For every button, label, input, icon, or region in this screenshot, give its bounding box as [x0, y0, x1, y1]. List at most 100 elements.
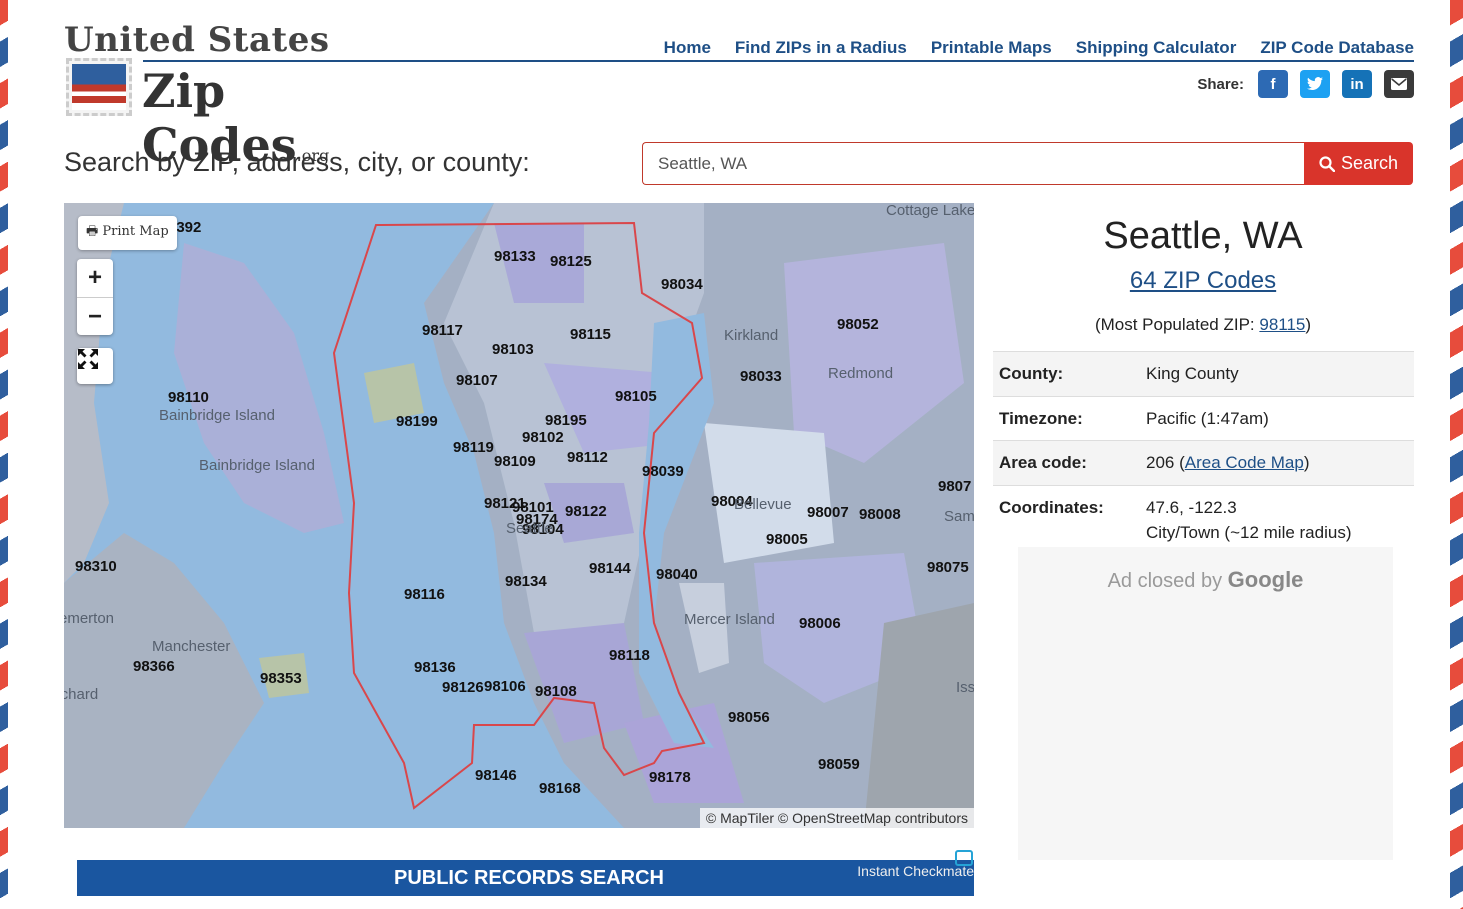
public-records-banner[interactable]: PUBLIC RECORDS SEARCH Instant Checkmate [77, 860, 974, 896]
zip-label[interactable]: 98310 [75, 558, 117, 575]
zip-label[interactable]: 98109 [494, 453, 536, 470]
logo-line1: United States [64, 20, 330, 60]
print-map-label: Print Map [102, 224, 169, 239]
place-label: Orchard [64, 686, 98, 703]
zip-label[interactable]: 98033 [740, 368, 782, 385]
zip-label[interactable]: 98006 [799, 615, 841, 632]
nav-zip-code-database[interactable]: ZIP Code Database [1260, 38, 1414, 58]
zip-label[interactable]: 98110 [168, 389, 209, 406]
fullscreen-button[interactable] [77, 348, 113, 384]
zip-label[interactable]: 98040 [656, 566, 698, 583]
zip-label[interactable]: 98107 [456, 372, 498, 389]
place-label: Sammamish [944, 508, 974, 525]
map-canvas: 98133 98125 98034 98117 98115 98052 9810… [64, 203, 974, 828]
nav-printable-maps[interactable]: Printable Maps [931, 38, 1052, 58]
zip-label[interactable]: 98117 [422, 322, 463, 339]
zoom-out-button[interactable]: − [77, 297, 113, 335]
nav-shipping-calculator[interactable]: Shipping Calculator [1076, 38, 1237, 58]
linkedin-icon[interactable]: in [1342, 70, 1372, 98]
most-populated-zip-link[interactable]: 98115 [1259, 315, 1305, 334]
place-label: Issaquah [956, 679, 974, 696]
place-label: Seattle [506, 520, 553, 537]
map-attribution[interactable]: © MapTiler © OpenStreetMap contributors [699, 808, 974, 828]
zip-label[interactable]: 98052 [837, 316, 879, 333]
place-label: Bellevue [734, 496, 792, 513]
search-input[interactable] [642, 142, 1306, 185]
most-populated-zip: (Most Populated ZIP: 98115) [1094, 315, 1312, 334]
print-map-button[interactable]: 🖶 Print Map [78, 216, 177, 250]
coordinates-value: 47.6, -122.3 City/Town (~12 mile radius) [1140, 484, 1414, 555]
zip-label[interactable]: 98108 [535, 683, 577, 700]
area-code-map-link[interactable]: Area Code Map [1185, 453, 1304, 472]
zip-label[interactable]: 9807 [938, 478, 971, 495]
zip-label[interactable]: 98116 [404, 586, 445, 603]
zoom-control: + − [77, 259, 113, 335]
zip-label[interactable]: 98133 [494, 248, 536, 265]
zip-label[interactable]: 98115 [570, 326, 611, 343]
zip-label[interactable]: 98119 [453, 439, 494, 456]
zip-label[interactable]: 98056 [728, 709, 770, 726]
zip-label[interactable]: 98008 [859, 506, 901, 523]
zip-label[interactable]: 98059 [818, 756, 860, 773]
place-label: Bainbridge Island [199, 457, 315, 474]
coordinates-label: Coordinates: [993, 484, 1140, 555]
place-label: Bremerton [64, 610, 114, 627]
zip-label[interactable]: 98105 [615, 388, 657, 405]
zip-label[interactable]: 98106 [484, 678, 526, 695]
zip-label[interactable]: 98125 [550, 253, 592, 270]
search-button-label: Search [1340, 153, 1399, 173]
zip-label[interactable]: 98144 [589, 560, 631, 577]
zip-label[interactable]: 98168 [539, 780, 581, 797]
nav-home[interactable]: Home [664, 38, 711, 58]
airmail-border-right [1450, 0, 1463, 909]
place-label: Cottage Lake [886, 203, 974, 219]
county-label: County: [993, 351, 1140, 396]
site-logo[interactable]: United States Zip Codes.org [64, 20, 394, 172]
zip-label[interactable]: 98134 [505, 573, 547, 590]
place-label: Kirkland [724, 327, 778, 344]
zip-label[interactable]: 98178 [649, 769, 691, 786]
ad-choices-icon[interactable] [955, 850, 973, 866]
fullscreen-icon [78, 349, 98, 369]
city-title: Seattle, WA [1103, 215, 1303, 257]
zip-label[interactable]: 98112 [567, 449, 608, 466]
zip-label[interactable]: 98122 [565, 503, 607, 520]
email-icon[interactable] [1384, 70, 1414, 98]
nav-find-zips-radius[interactable]: Find ZIPs in a Radius [735, 38, 907, 58]
table-row: Coordinates: 47.6, -122.3 City/Town (~12 … [993, 484, 1414, 555]
zip-label[interactable]: 98353 [260, 670, 302, 687]
place-label: Manchester [152, 638, 230, 655]
zip-label[interactable]: 98118 [609, 647, 650, 664]
zoom-in-button[interactable]: + [77, 259, 113, 297]
zip-label[interactable]: 98039 [642, 463, 684, 480]
airmail-border-left [0, 0, 26, 909]
zip-label[interactable]: 98005 [766, 531, 808, 548]
flag-stamp-icon [66, 58, 132, 116]
zip-count-link[interactable]: 64 ZIP Codes [993, 267, 1413, 295]
zip-label[interactable]: 98103 [492, 341, 534, 358]
zip-label[interactable]: 98199 [396, 413, 438, 430]
zip-label[interactable]: 98136 [414, 659, 456, 676]
table-row: Area code: 206 (Area Code Map) [993, 440, 1414, 485]
area-code-label: Area code: [993, 440, 1140, 485]
share-bar: Share: f in [1197, 70, 1414, 98]
zip-label[interactable]: 98366 [133, 658, 175, 675]
zip-label[interactable]: 98075 [927, 559, 969, 576]
search-icon [1319, 155, 1335, 172]
facebook-icon[interactable]: f [1258, 70, 1288, 98]
zip-label[interactable]: 98126 [442, 679, 484, 696]
timezone-label: Timezone: [993, 395, 1140, 441]
zip-label[interactable]: 98007 [807, 504, 849, 521]
zip-label[interactable]: 98146 [475, 767, 517, 784]
search-button[interactable]: Search [1304, 142, 1413, 185]
search-label: Search by ZIP, address, city, or county: [64, 147, 530, 177]
place-label: Bainbridge Island [159, 407, 275, 424]
zip-map[interactable]: 98133 98125 98034 98117 98115 98052 9810… [64, 203, 974, 828]
area-code-value: 206 (Area Code Map) [1140, 440, 1414, 485]
zip-label[interactable]: 98034 [661, 276, 703, 293]
zip-label[interactable]: 98195 [545, 412, 587, 429]
printer-icon: 🖶 [86, 224, 99, 239]
twitter-icon[interactable] [1300, 70, 1330, 98]
zip-label[interactable]: 98102 [522, 429, 564, 446]
timezone-value: Pacific (1:47am) [1140, 395, 1414, 441]
